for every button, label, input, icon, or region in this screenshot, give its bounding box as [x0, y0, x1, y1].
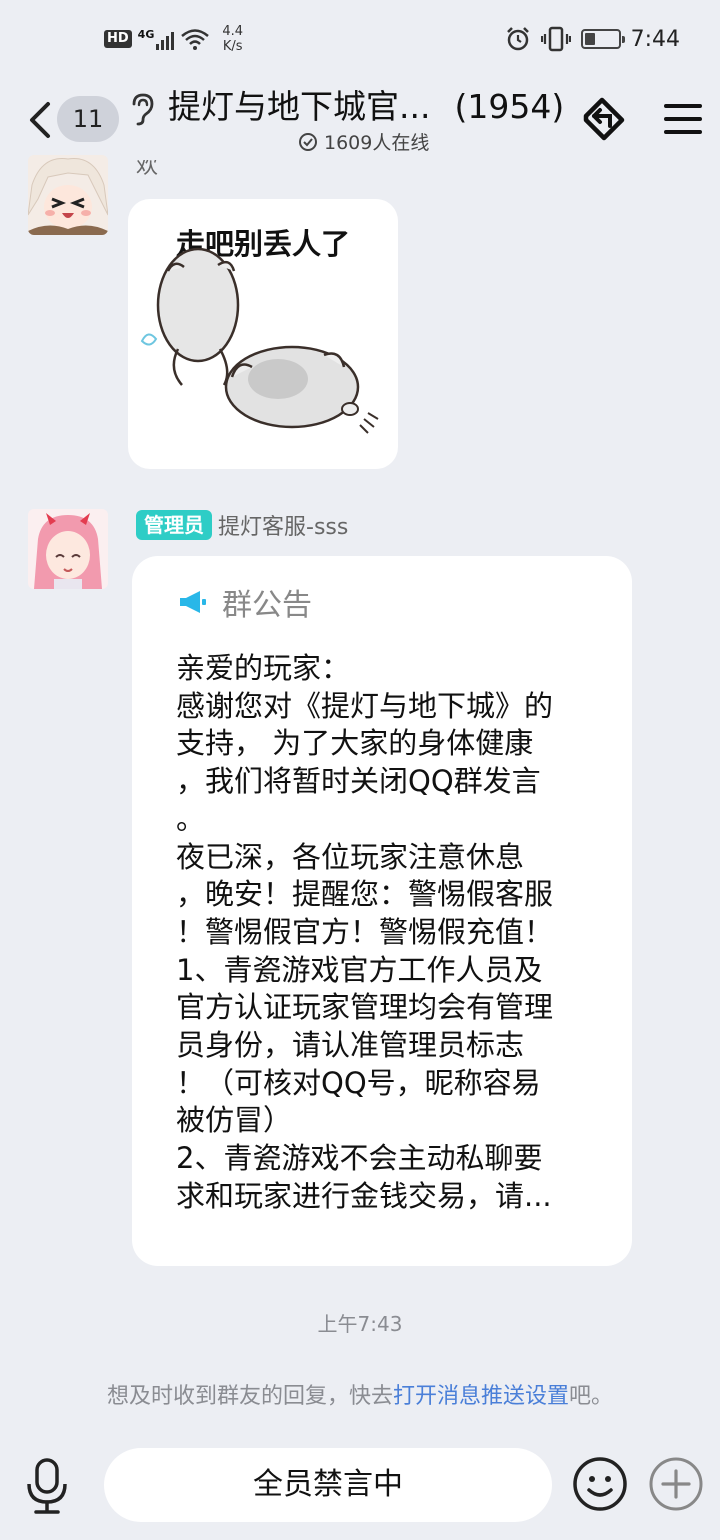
message-input-muted[interactable]: 全员禁言中 [104, 1448, 552, 1522]
announcement-line: 1、青瓷游戏官方工作人员及 [176, 952, 543, 987]
announcement-line: 感谢您对《提灯与地下城》的 [176, 688, 554, 723]
clock: 7:44 [630, 26, 680, 52]
battery-icon [580, 29, 625, 49]
menu-icon[interactable] [664, 102, 702, 136]
signal-icon: 4G [138, 28, 175, 50]
emoji-icon[interactable] [572, 1456, 628, 1512]
announcement-line: ！（可核对QQ号，昵称容易 [176, 1065, 541, 1100]
announcement-line: ，我们将暂时关闭QQ群发言 [176, 764, 541, 799]
chevron-left-icon[interactable] [26, 100, 56, 140]
message-timestamp: 上午7:43 [317, 1312, 403, 1336]
megaphone-icon [180, 591, 206, 613]
unread-count-badge[interactable]: 11 [57, 96, 119, 142]
share-icon[interactable] [578, 96, 630, 142]
announcement-line: 官方认证玩家管理均会有管理 [176, 990, 554, 1025]
announcement-line: 夜已深，各位玩家注意休息 [176, 839, 525, 874]
alarm-icon [506, 27, 529, 51]
hd-indicator: HD [104, 30, 132, 48]
group-name: 提灯与地下城官... [168, 87, 431, 126]
battery-level [584, 33, 595, 45]
announcement-line: 员身份，请认准管理员标志 [176, 1028, 525, 1063]
announcement-line: 2、青瓷游戏不会主动私聊要 [176, 1141, 543, 1176]
sender-nickname: 欢 [136, 160, 159, 179]
announcement-header: 群公告 [176, 580, 312, 624]
status-right: 7:44 [505, 26, 680, 52]
online-count: 1609人在线 [324, 132, 430, 154]
push-settings-tip: 想及时收到群友的回复，快去打开消息推送设置吧。 [0, 1378, 720, 1410]
avatar[interactable] [28, 509, 108, 589]
tip-text: 想及时收到群友的回复，快去 [106, 1384, 393, 1409]
group-title[interactable]: 提灯与地下城官... (1954) [168, 84, 564, 130]
avatar[interactable] [28, 155, 108, 235]
announcement-line: 。 [176, 801, 206, 836]
sender-nickname[interactable]: 提灯客服-sss [218, 509, 348, 541]
wifi-icon [181, 29, 210, 50]
status-left: HD 4G 4.4 K/s [104, 24, 243, 54]
member-count: (1954) [454, 87, 565, 126]
announcement-line: 支持， 为了大家的身体健康 [176, 726, 534, 761]
status-bar: HD 4G 4.4 K/s 7:44 [0, 0, 720, 82]
open-push-settings-link[interactable]: 打开消息推送设置 [393, 1384, 569, 1409]
sticker-message[interactable]: 走吧别丢人了 [128, 199, 398, 469]
announcement-line: 求和玩家进行金钱交易，请... [176, 1178, 552, 1213]
vibrate-icon [540, 26, 571, 52]
check-circle-icon [299, 132, 317, 151]
announcement-line: ，晚安！提醒您：警惕假客服 [176, 877, 554, 912]
announcement-line: 被仿冒） [176, 1103, 293, 1138]
network-speed: 4.4 K/s [222, 24, 244, 54]
announcement-card[interactable]: 群公告 亲爱的玩家： 感谢您对《提灯与地下城》的 支持， 为了大家的身体健康 ，… [132, 556, 632, 1266]
online-status: 1609人在线 [298, 128, 429, 155]
microphone-icon[interactable] [24, 1456, 70, 1516]
input-bar: 全员禁言中 [0, 1440, 720, 1540]
chat-header: 11 提灯与地下城官... (1954) 1609人在线 [0, 82, 720, 166]
hamster-sticker-image [140, 247, 379, 434]
announcement-line: 亲爱的玩家： [176, 651, 351, 685]
announcement-line: ！警惕假官方！警惕假充值！ [176, 914, 554, 949]
earpiece-icon[interactable] [128, 92, 156, 126]
admin-badge: 管理员 [136, 510, 212, 540]
sender-info: 管理员 提灯客服-sss [136, 509, 348, 541]
plus-icon[interactable] [648, 1456, 704, 1512]
announcement-title: 群公告 [222, 588, 312, 623]
announcement-body: 亲爱的玩家： 感谢您对《提灯与地下城》的 支持， 为了大家的身体健康 ，我们将暂… [176, 650, 606, 1216]
tip-text-end: 吧。 [569, 1384, 614, 1409]
